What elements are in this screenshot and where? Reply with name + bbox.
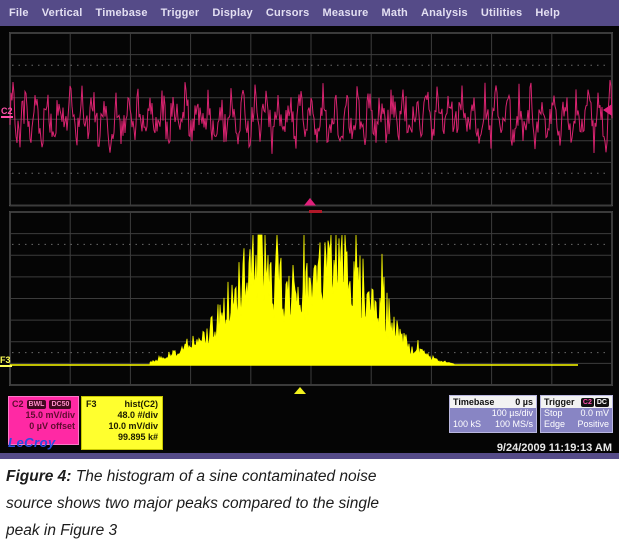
f3-population-value: 99.895 k# — [86, 432, 158, 443]
bottom-grid-top-tick — [309, 210, 322, 213]
caption-line-2: source shows two major peaks compared to… — [6, 490, 606, 517]
menu-vertical[interactable]: Vertical — [42, 7, 83, 19]
f3-xdiv-value: 10.0 mV/div — [86, 421, 158, 432]
f3-descriptor-box[interactable]: F3 hist(C2) 48.0 #/div 10.0 mV/div 99.89… — [81, 396, 163, 450]
timebase-delay: 0 µs — [515, 397, 533, 408]
trigger-coupling-badge: DC — [595, 398, 609, 407]
f3-ydiv-value: 48.0 #/div — [86, 410, 158, 421]
trigger-type: Edge — [544, 419, 565, 430]
f3-histogram — [150, 235, 455, 365]
trigger-panel[interactable]: Trigger C2 DC Stop 0.0 mV Edge Positive — [540, 395, 613, 433]
timebase-label: Timebase — [453, 397, 494, 408]
timebase-tdiv: 100 µs/div — [492, 408, 533, 419]
c2-coupling-badge: DC50 — [49, 400, 71, 409]
trigger-level: 0.0 mV — [580, 408, 609, 419]
c2-bwl-badge: BWL — [27, 400, 47, 409]
histogram-center-marker[interactable] — [294, 387, 306, 394]
trigger-slope: Positive — [577, 419, 609, 430]
timebase-rate: 100 MS/s — [495, 419, 533, 430]
c2-trace-label: C2 — [1, 106, 13, 116]
screenshot-root: File Vertical Timebase Trigger Display C… — [0, 0, 619, 544]
f3-function-label: hist(C2) — [125, 399, 159, 410]
f3-trace-label: F3 — [0, 355, 11, 365]
timebase-samples: 100 kS — [453, 419, 481, 430]
lecroy-logo: LeCroy — [8, 435, 56, 450]
f3-box-title: F3 — [86, 399, 97, 410]
menu-trigger[interactable]: Trigger — [161, 7, 200, 19]
caption-text-1: The histogram of a sine contaminated noi… — [71, 468, 376, 485]
timebase-panel[interactable]: Timebase 0 µs 100 µs/div 100 kS 100 MS/s — [449, 395, 537, 433]
c2-box-title: C2 — [12, 399, 24, 410]
trigger-label: Trigger — [544, 397, 575, 408]
oscilloscope-window: File Vertical Timebase Trigger Display C… — [0, 0, 619, 459]
menu-utilities[interactable]: Utilities — [481, 7, 523, 19]
c2-vdiv-value: 15.0 mV/div — [12, 410, 75, 421]
figure-caption: Figure 4: The histogram of a sine contam… — [6, 463, 606, 544]
caption-figure-label: Figure 4: — [6, 468, 71, 485]
trigger-time-marker[interactable] — [304, 198, 316, 206]
menu-timebase[interactable]: Timebase — [96, 7, 148, 19]
scope-display: C2 F3 — [0, 26, 619, 394]
c2-offset-value: 0 µV offset — [12, 421, 75, 432]
menu-measure[interactable]: Measure — [322, 7, 368, 19]
window-bottom-edge — [0, 453, 619, 459]
menu-bar: File Vertical Timebase Trigger Display C… — [0, 0, 619, 26]
caption-line-3: peak in Figure 3 — [6, 517, 606, 544]
menu-help[interactable]: Help — [535, 7, 560, 19]
menu-math[interactable]: Math — [382, 7, 408, 19]
menu-file[interactable]: File — [9, 7, 29, 19]
menu-display[interactable]: Display — [212, 7, 253, 19]
trigger-source-badge: C2 — [581, 398, 594, 407]
menu-analysis[interactable]: Analysis — [421, 7, 468, 19]
caption-line-1: Figure 4: The histogram of a sine contam… — [6, 463, 606, 490]
menu-cursors[interactable]: Cursors — [266, 7, 310, 19]
trigger-mode: Stop — [544, 408, 563, 419]
